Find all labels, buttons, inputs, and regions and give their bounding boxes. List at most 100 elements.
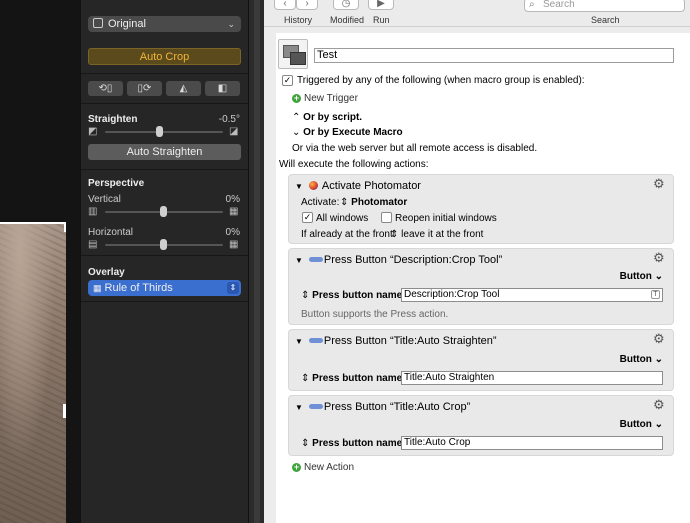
or-by-execute-macro[interactable]: ⌄ Or by Execute Macro	[292, 127, 403, 138]
crop-panel: Original ⌄ Auto Crop ⟲▯ ▯⟳ ◭ ◧ Straighte…	[80, 0, 249, 523]
rotate-large-icon: ◪	[229, 126, 239, 137]
action-press-auto-crop[interactable]: ▼ Press Button “Title:Auto Crop” ⚙ Button…	[288, 395, 674, 456]
button-name-field[interactable]: Description:Crop Tool T	[401, 288, 663, 302]
rotate-right-icon[interactable]: ▯⟳	[127, 81, 162, 96]
straighten-slider-knob[interactable]	[156, 126, 163, 137]
run-play-icon[interactable]: ▶	[368, 0, 394, 10]
plus-icon: +	[292, 462, 301, 472]
or-by-script[interactable]: ⌃ Or by script.	[292, 112, 362, 123]
macro-name-field[interactable]: Test	[314, 48, 674, 63]
aspect-preset-select[interactable]: Original ⌄	[88, 16, 241, 32]
back-icon[interactable]: ‹	[274, 0, 296, 10]
auto-crop-button[interactable]: Auto Crop	[88, 48, 241, 65]
text-token-icon[interactable]: T	[651, 290, 660, 299]
overlay-select[interactable]: ▦ Rule of Thirds ⇕	[88, 280, 241, 296]
action-press-crop-tool[interactable]: ▼ Press Button “Description:Crop Tool” ⚙ …	[288, 248, 674, 325]
activate-app-label: Photomator	[351, 197, 408, 208]
button-type-popup[interactable]: Button ⌄	[620, 354, 663, 365]
search-input[interactable]: ⌕ Search	[524, 0, 685, 12]
chevron-updown-icon: ⇕	[301, 290, 310, 301]
chevron-down-icon: ⌄	[292, 127, 304, 138]
gear-icon[interactable]: ⚙	[653, 177, 667, 191]
history-label: History	[284, 15, 313, 25]
overlay-section: Overlay ▦ Rule of Thirds ⇕	[81, 256, 249, 302]
press-field-label: Press button named:	[312, 438, 412, 449]
front-label: If already at the front:	[301, 229, 396, 240]
rotate-left-icon[interactable]: ⟲▯	[88, 81, 123, 96]
horizontal-value: 0%	[225, 227, 240, 238]
modified-clock-icon[interactable]: ◷	[333, 0, 359, 10]
chevron-down-icon: ⌄	[227, 19, 235, 29]
plus-icon: +	[292, 93, 301, 103]
macro-icon[interactable]	[278, 39, 308, 69]
straighten-value: -0.5°	[218, 114, 240, 125]
vertical-narrow-icon: ▥	[88, 206, 98, 217]
button-pill-icon	[308, 338, 323, 343]
action-activate-header[interactable]: ▼ Activate Photomator	[295, 180, 421, 192]
front-popup[interactable]: ⇕ leave it at the front	[390, 229, 483, 240]
chevron-updown-icon: ⇕	[301, 373, 310, 384]
scrollbar[interactable]	[254, 0, 260, 523]
horizontal-narrow-icon: ▤	[88, 239, 98, 250]
button-name-value: Description:Crop Tool	[404, 289, 500, 300]
chevron-updown-icon: ⇕	[390, 229, 399, 240]
crop-corner-handle[interactable]	[0, 222, 66, 232]
all-windows-checkbox[interactable]: ✓	[302, 212, 313, 223]
stepper-icon: ⇕	[227, 282, 239, 294]
action-press-header[interactable]: ▼ Press Button “Title:Auto Crop”	[295, 401, 470, 413]
button-name-value: Title:Auto Straighten	[404, 372, 495, 383]
button-name-field[interactable]: Title:Auto Crop	[401, 436, 663, 450]
flip-horizontal-icon[interactable]: ◧	[205, 81, 240, 96]
chevron-updown-icon: ⇕	[301, 438, 310, 449]
search-placeholder: Search	[543, 0, 575, 10]
action-activate[interactable]: ▼ Activate Photomator ⚙ Activate: ⇕ Photo…	[288, 174, 674, 244]
disclosure-triangle-icon[interactable]: ▼	[295, 403, 303, 412]
button-type-popup[interactable]: Button ⌄	[620, 271, 663, 282]
crop-edge-handle[interactable]	[63, 404, 66, 418]
flip-vertical-icon[interactable]: ◭	[166, 81, 201, 96]
perspective-section: Perspective Vertical 0% ▥ ▦ Horizontal 0…	[81, 170, 249, 256]
forward-icon[interactable]: ›	[296, 0, 318, 10]
horizontal-slider-knob[interactable]	[160, 239, 167, 250]
button-name-field[interactable]: Title:Auto Straighten	[401, 371, 663, 385]
triggered-checkbox[interactable]: ✓	[282, 75, 293, 86]
button-type-popup[interactable]: Button ⌄	[620, 419, 663, 430]
overlay-title: Overlay	[88, 267, 125, 278]
crop-section: Original ⌄ Auto Crop	[81, 0, 249, 74]
auto-straighten-button[interactable]: Auto Straighten	[88, 144, 241, 160]
chevron-down-icon: ⌄	[654, 354, 663, 365]
action-press-auto-straighten[interactable]: ▼ Press Button “Title:Auto Straighten” ⚙ …	[288, 329, 674, 391]
action-press-title: Press Button “Title:Auto Crop”	[323, 401, 471, 413]
photo-canvas[interactable]	[0, 0, 80, 523]
macro-body: Test ✓ Triggered by any of the following…	[276, 33, 690, 523]
photo-image[interactable]	[0, 222, 66, 523]
panel-divider	[248, 0, 264, 523]
action-press-header[interactable]: ▼ Press Button “Title:Auto Straighten”	[295, 335, 497, 347]
action-press-header[interactable]: ▼ Press Button “Description:Crop Tool”	[295, 254, 502, 266]
transform-section: ⟲▯ ▯⟳ ◭ ◧	[81, 74, 249, 104]
disclosure-triangle-icon[interactable]: ▼	[295, 182, 303, 191]
rotate-small-icon: ◩	[88, 126, 98, 137]
press-support-note: Button supports the Press action.	[301, 309, 449, 320]
search-icon: ⌕	[529, 0, 535, 10]
new-action-button[interactable]: + New Action	[292, 462, 354, 473]
reopen-windows-label: Reopen initial windows	[395, 213, 497, 224]
gear-icon[interactable]: ⚙	[653, 332, 667, 346]
activate-app-popup[interactable]: ⇕ Photomator	[340, 197, 407, 208]
gear-icon[interactable]: ⚙	[653, 251, 667, 265]
straighten-slider-track[interactable]	[105, 131, 223, 133]
disclosure-triangle-icon[interactable]: ▼	[295, 256, 303, 265]
button-name-value: Title:Auto Crop	[404, 437, 471, 448]
activate-label: Activate:	[301, 197, 340, 208]
new-trigger-button[interactable]: + New Trigger	[292, 93, 358, 104]
will-execute-label: Will execute the following actions:	[279, 159, 429, 170]
reopen-windows-checkbox[interactable]	[381, 212, 392, 223]
gear-icon[interactable]: ⚙	[653, 398, 667, 412]
button-pill-icon	[308, 404, 323, 409]
or-by-script-label: Or by script.	[303, 112, 363, 123]
modified-label: Modified	[330, 15, 365, 25]
button-type-label: Button	[619, 271, 652, 282]
macro-editor: ‹ › History ◷ Modified ▶ Run ⌕ Search Sea…	[264, 0, 690, 523]
disclosure-triangle-icon[interactable]: ▼	[295, 337, 303, 346]
vertical-slider-knob[interactable]	[160, 206, 167, 217]
